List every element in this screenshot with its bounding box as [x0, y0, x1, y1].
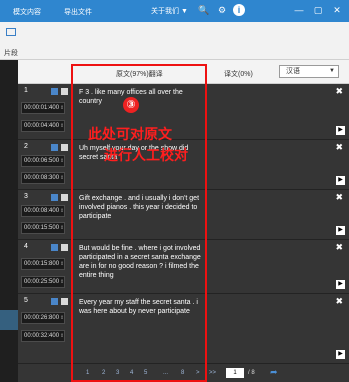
top-bar: 模文内容 导出文件 关于我们 ▼ 🔍 ⚙ i — ▢ ✕ — [0, 0, 349, 22]
target-column-title: 译文(0%) — [224, 71, 253, 78]
page-total: / 8 — [248, 370, 255, 376]
end-time-field[interactable]: 00:00:32:400 ⇕ — [21, 330, 65, 342]
status-gray-icon[interactable] — [61, 88, 68, 95]
delete-icon[interactable]: ✖ — [335, 296, 343, 307]
end-time-value: 00:00:32:400 — [24, 333, 60, 339]
start-time-value: 00:00:08:400 — [24, 208, 60, 214]
spinner-icon[interactable]: ⇕ — [60, 156, 64, 166]
end-time-value: 00:00:15:500 — [24, 225, 60, 231]
media-strip — [0, 60, 18, 382]
spinner-icon[interactable]: ⇕ — [60, 259, 64, 269]
language-select[interactable]: 汉语 ▼ — [279, 65, 339, 78]
spinner-icon[interactable]: ⇕ — [60, 121, 64, 131]
spinner-icon[interactable]: ⇕ — [60, 313, 64, 323]
status-blue-icon[interactable] — [51, 144, 58, 151]
clip-icon[interactable] — [6, 28, 16, 36]
status-blue-icon[interactable] — [51, 88, 58, 95]
annotation-line: 此处可对原文 — [88, 126, 172, 142]
search-icon[interactable]: 🔍 — [198, 4, 210, 16]
tab-content[interactable]: 模文内容 — [13, 7, 41, 17]
go-page-icon[interactable]: ➦ — [270, 367, 278, 378]
status-gray-icon[interactable] — [61, 298, 68, 305]
end-time-value: 00:00:08:300 — [24, 175, 60, 181]
info-icon[interactable]: i — [233, 4, 245, 16]
close-button[interactable]: ✕ — [330, 3, 344, 17]
last-page-button[interactable]: >> — [209, 370, 216, 376]
start-time-field[interactable]: 00:00:15:800 ⇕ — [21, 258, 65, 270]
delete-icon[interactable]: ✖ — [335, 142, 343, 153]
segment-number: 4 — [24, 243, 28, 250]
start-time-field[interactable]: 00:00:06:500 ⇕ — [21, 155, 65, 167]
segment-number: 3 — [24, 193, 28, 200]
segment-label: 片段 — [4, 50, 18, 57]
spinner-icon[interactable]: ⇕ — [60, 103, 64, 113]
start-time-value: 00:00:26:800 — [24, 315, 60, 321]
start-time-field[interactable]: 00:00:26:800 ⇕ — [21, 312, 65, 324]
spinner-icon[interactable]: ⇕ — [60, 223, 64, 233]
maximize-button[interactable]: ▢ — [311, 3, 325, 17]
segment-number: 1 — [24, 87, 28, 94]
start-time-field[interactable]: 00:00:01:400 ⇕ — [21, 102, 65, 114]
status-gray-icon[interactable] — [61, 194, 68, 201]
step-marker: ③ — [123, 97, 139, 113]
play-icon[interactable]: ▶ — [336, 176, 345, 185]
start-time-field[interactable]: 00:00:08:400 ⇕ — [21, 205, 65, 217]
end-time-field[interactable]: 00:00:25:500 ⇕ — [21, 276, 65, 288]
spinner-icon[interactable]: ⇕ — [60, 173, 64, 183]
gear-icon[interactable]: ⚙ — [216, 4, 228, 16]
play-icon[interactable]: ▶ — [336, 280, 345, 289]
status-gray-icon[interactable] — [61, 144, 68, 151]
language-value: 汉语 — [286, 68, 300, 75]
end-time-value: 00:00:04:400 — [24, 123, 60, 129]
start-time-value: 00:00:01:400 — [24, 105, 60, 111]
start-time-value: 00:00:06:500 — [24, 158, 60, 164]
end-time-field[interactable]: 00:00:08:300 ⇕ — [21, 172, 65, 184]
chevron-down-icon: ▼ — [329, 68, 335, 74]
status-gray-icon[interactable] — [61, 244, 68, 251]
page-input[interactable]: 1 — [226, 368, 244, 378]
end-time-value: 00:00:25:500 — [24, 279, 60, 285]
about-menu[interactable]: 关于我们 ▼ — [151, 6, 188, 16]
annotation-box — [71, 64, 207, 382]
delete-icon[interactable]: ✖ — [335, 192, 343, 203]
segment-number: 5 — [24, 297, 28, 304]
delete-icon[interactable]: ✖ — [335, 242, 343, 253]
sub-header: 片段 — [0, 22, 349, 60]
annotation-text: 此处可对原文 进行人工校对 — [88, 124, 208, 166]
annotation-line: 进行人工校对 — [104, 147, 188, 163]
play-icon[interactable]: ▶ — [336, 126, 345, 135]
minimize-button[interactable]: — — [292, 3, 306, 17]
spinner-icon[interactable]: ⇕ — [60, 206, 64, 216]
status-blue-icon[interactable] — [51, 298, 58, 305]
end-time-field[interactable]: 00:00:15:500 ⇕ — [21, 222, 65, 234]
spinner-icon[interactable]: ⇕ — [60, 331, 64, 341]
status-blue-icon[interactable] — [51, 244, 58, 251]
segment-number: 2 — [24, 143, 28, 150]
video-thumbnail[interactable] — [0, 310, 18, 330]
play-icon[interactable]: ▶ — [336, 226, 345, 235]
tab-export[interactable]: 导出文件 — [64, 7, 92, 17]
editor-window: 模文内容 导出文件 关于我们 ▼ 🔍 ⚙ i — ▢ ✕ 片段 原文(97%)翻… — [0, 0, 349, 382]
status-blue-icon[interactable] — [51, 194, 58, 201]
end-time-field[interactable]: 00:00:04:400 ⇕ — [21, 120, 65, 132]
delete-icon[interactable]: ✖ — [335, 86, 343, 97]
spinner-icon[interactable]: ⇕ — [60, 277, 64, 287]
start-time-value: 00:00:15:800 — [24, 261, 60, 267]
play-icon[interactable]: ▶ — [336, 350, 345, 359]
